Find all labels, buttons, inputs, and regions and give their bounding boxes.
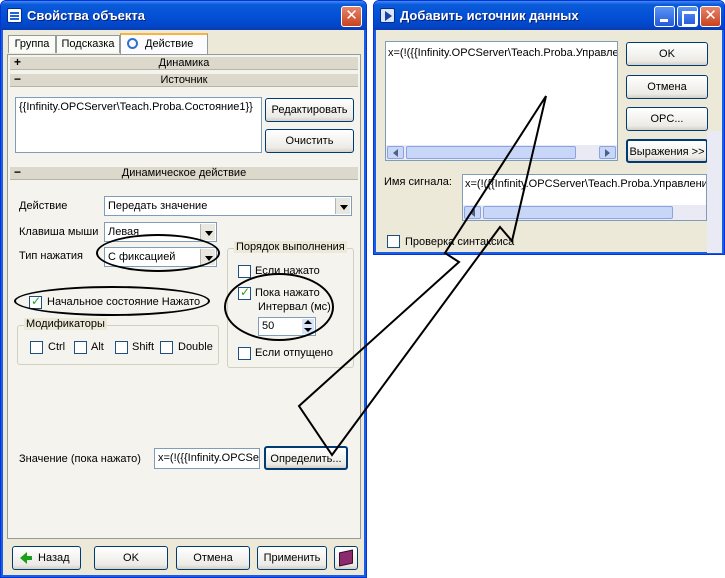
- double-checkbox[interactable]: [160, 341, 173, 354]
- press-type-label: Тип нажатия: [19, 250, 83, 262]
- maximize-icon[interactable]: [677, 6, 698, 27]
- chevron-down-icon[interactable]: [335, 198, 350, 214]
- alt-checkbox[interactable]: [74, 341, 87, 354]
- syntax-check-label: Проверка синтаксиса: [405, 236, 515, 248]
- title-bar[interactable]: Свойства объекта ✕: [1, 1, 366, 30]
- action-select[interactable]: Передать значение: [104, 196, 352, 216]
- signal-field[interactable]: x=(!({{Infinity.OPCServer\Teach.Proba.Уп…: [462, 174, 707, 221]
- tab-panel: + Динамика − Источник {{Infinity.OPCServer…: [7, 54, 361, 539]
- chevron-down-icon[interactable]: [200, 249, 215, 265]
- mouse-key-label: Клавиша мыши: [19, 226, 99, 238]
- define-button[interactable]: Определить...: [264, 446, 348, 470]
- signal-horizontal-scrollbar[interactable]: [463, 205, 706, 220]
- close-icon[interactable]: ✕: [700, 6, 721, 27]
- while-pressed-checkbox[interactable]: [238, 285, 251, 300]
- back-arrow-tail: [27, 556, 32, 560]
- expressions-button[interactable]: Выражения >>: [626, 139, 708, 163]
- ok-button[interactable]: OK: [94, 546, 168, 570]
- initial-state-checkbox[interactable]: [29, 294, 42, 309]
- order-group: Порядок выполнения Если нажато Пока нажа…: [227, 241, 354, 368]
- cancel-button[interactable]: Отмена: [176, 546, 250, 570]
- add-data-source-window: Добавить источник данных ✕ x=(!({{Infini…: [373, 0, 725, 255]
- scroll-left-icon[interactable]: [464, 206, 481, 219]
- section-source[interactable]: − Источник: [10, 73, 358, 87]
- value-label: Значение (пока нажато): [19, 453, 141, 465]
- window-icon: [7, 8, 22, 23]
- chevron-down-icon[interactable]: [200, 224, 215, 240]
- tab-hint[interactable]: Подсказка: [56, 35, 120, 53]
- press-type-select[interactable]: С фиксацией: [104, 247, 217, 267]
- ok-button[interactable]: OK: [626, 42, 708, 66]
- opc-button[interactable]: OPC...: [626, 107, 708, 131]
- ctrl-checkbox[interactable]: [30, 341, 43, 354]
- if-released-checkbox[interactable]: [238, 347, 251, 360]
- green-arrow-left-icon: [20, 552, 27, 564]
- tab-action-icon: [127, 38, 138, 49]
- interval-stepper[interactable]: 50: [258, 317, 316, 336]
- shift-checkbox[interactable]: [115, 341, 128, 354]
- horizontal-scrollbar[interactable]: [386, 145, 617, 160]
- back-button[interactable]: Назад: [12, 546, 81, 570]
- apply-button[interactable]: Применить: [257, 546, 327, 570]
- if-pressed-checkbox[interactable]: [238, 265, 251, 278]
- vertical-scrollbar[interactable]: [707, 131, 722, 253]
- section-dynamic-action[interactable]: − Динамическое действие: [10, 166, 358, 180]
- action-label: Действие: [19, 200, 68, 212]
- clear-button[interactable]: Очистить: [265, 129, 354, 153]
- modifiers-group: Модификаторы Ctrl Alt Shift Double: [17, 318, 219, 365]
- tab-group[interactable]: Группа: [8, 35, 56, 53]
- syntax-check-checkbox[interactable]: [387, 235, 400, 248]
- title-bar[interactable]: Добавить источник данных ✕: [374, 1, 724, 30]
- mouse-key-select[interactable]: Левая: [104, 222, 217, 242]
- scroll-left-icon[interactable]: [387, 146, 404, 159]
- signal-label: Имя сигнала:: [384, 176, 452, 188]
- data-source-icon: [380, 8, 395, 23]
- source-field[interactable]: {{Infinity.OPCServer\Teach.Proba.Состоян…: [15, 97, 262, 153]
- expression-field[interactable]: x=(!({{Infinity.OPCServer\Teach.Proba.Уп…: [385, 41, 618, 161]
- book-icon: [339, 549, 353, 567]
- object-properties-window: Свойства объекта ✕ Группа Подсказка Дейс…: [0, 0, 367, 578]
- edit-button[interactable]: Редактировать: [265, 98, 354, 122]
- cancel-button[interactable]: Отмена: [626, 75, 708, 99]
- initial-state-label: Начальное состояние Нажато: [47, 296, 201, 308]
- tab-action[interactable]: Действие: [120, 33, 208, 54]
- scroll-thumb[interactable]: [406, 146, 576, 159]
- help-button[interactable]: [334, 546, 358, 570]
- window-title: Свойства объекта: [27, 8, 146, 23]
- section-dynamics[interactable]: + Динамика: [10, 56, 358, 70]
- close-icon[interactable]: ✕: [341, 6, 362, 27]
- value-field[interactable]: x=(!({{Infinity.OPCServ: [154, 448, 260, 469]
- minimize-icon[interactable]: [654, 6, 675, 27]
- scroll-right-icon[interactable]: [599, 146, 616, 159]
- window-title: Добавить источник данных: [400, 8, 579, 23]
- scroll-thumb[interactable]: [483, 206, 673, 219]
- spin-down-icon[interactable]: [302, 326, 314, 334]
